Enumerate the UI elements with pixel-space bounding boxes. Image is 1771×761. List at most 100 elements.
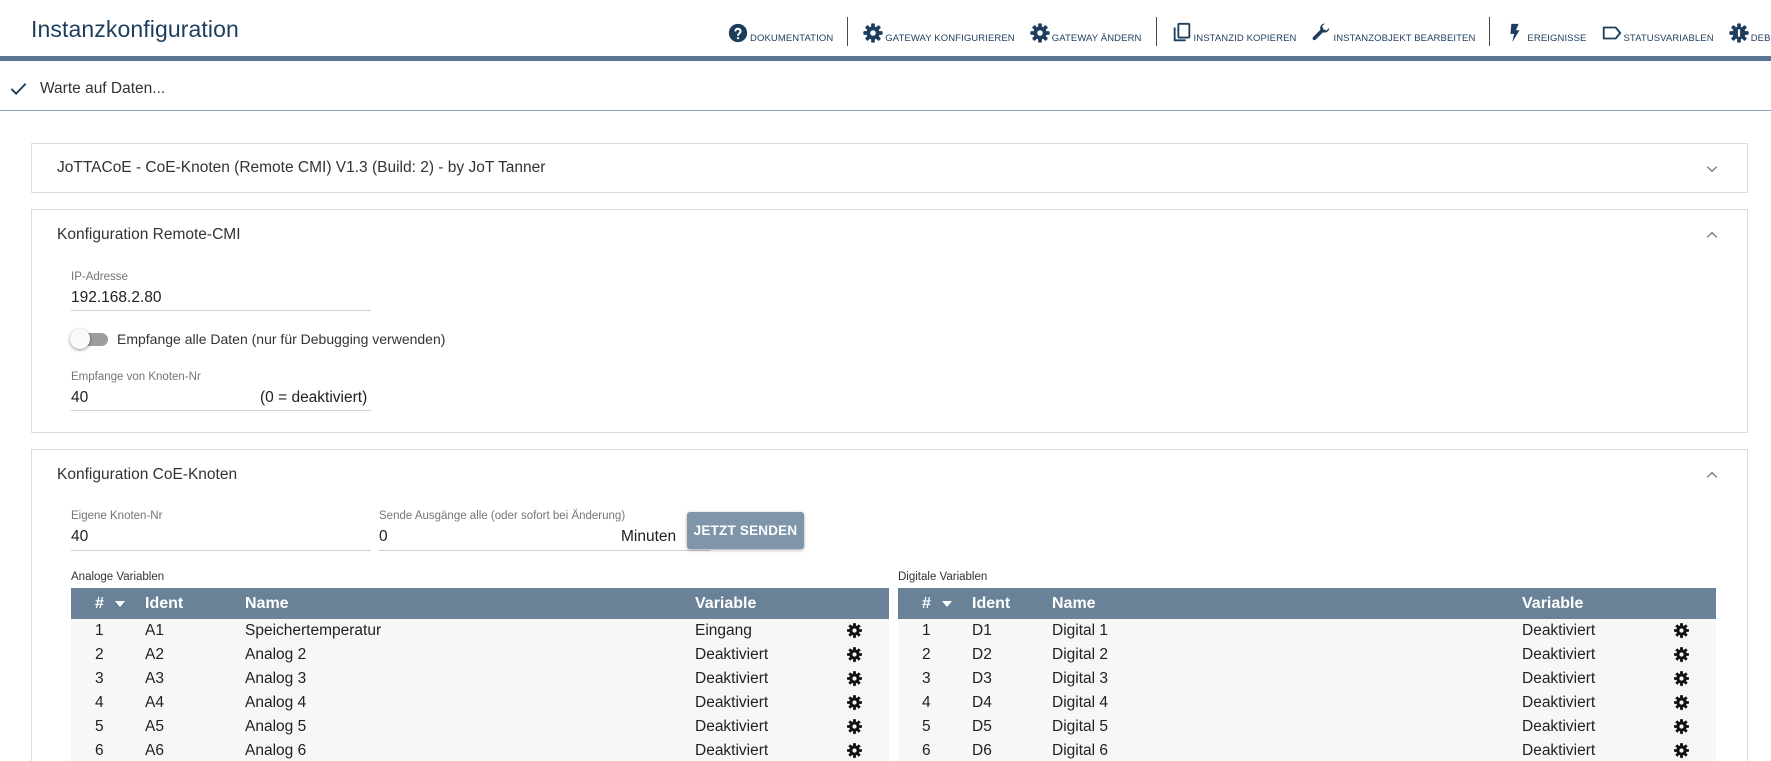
gear-icon[interactable] <box>846 622 863 639</box>
own-node-underline <box>71 550 371 551</box>
gear-icon[interactable] <box>846 670 863 687</box>
table-row[interactable]: 4 D4 Digital 4 Deaktiviert <box>898 691 1716 715</box>
table-row[interactable]: 1 D1 Digital 1 Deaktiviert <box>898 619 1716 643</box>
column-name-header[interactable]: Name <box>245 595 289 613</box>
row-variable: Deaktiviert <box>1522 694 1596 711</box>
send-interval-input[interactable]: 0 <box>379 528 388 546</box>
row-variable: Deaktiviert <box>1522 670 1596 687</box>
row-name: Analog 5 <box>245 718 307 735</box>
status-bar: Warte auf Daten... <box>0 66 1771 111</box>
row-name: Digital 4 <box>1052 694 1108 711</box>
column-number-header[interactable]: # <box>922 595 931 613</box>
own-node-input[interactable]: 40 <box>71 528 88 546</box>
column-ident-header[interactable]: Ident <box>145 595 183 613</box>
ip-address-underline <box>71 310 371 311</box>
column-variable-header[interactable]: Variable <box>695 595 756 613</box>
table-row[interactable]: 5 D5 Digital 5 Deaktiviert <box>898 715 1716 739</box>
gear-icon[interactable] <box>1673 646 1690 663</box>
wrench-icon <box>1313 23 1330 41</box>
column-name-header[interactable]: Name <box>1052 595 1096 613</box>
gear-icon[interactable] <box>1673 742 1690 759</box>
table-row[interactable]: 1 A1 Speichertemperatur Eingang <box>71 619 889 643</box>
table-row[interactable]: 6 A6 Analog 6 Deaktiviert <box>71 739 889 761</box>
documentation-button[interactable]: Dokumentation <box>727 18 833 44</box>
toolbar-separator <box>1489 16 1491 46</box>
row-number: 1 <box>95 622 104 639</box>
row-ident: A4 <box>145 694 164 711</box>
gear-icon[interactable] <box>1673 694 1690 711</box>
status-text: Warte auf Daten... <box>40 80 166 97</box>
sort-down-icon[interactable] <box>115 601 125 607</box>
row-number: 1 <box>922 622 931 639</box>
table-row[interactable]: 4 A4 Analog 4 Deaktiviert <box>71 691 889 715</box>
row-name: Speichertemperatur <box>245 622 382 639</box>
row-variable: Deaktiviert <box>1522 646 1596 663</box>
copy-instance-id-button[interactable]: InstanzID kopieren <box>1171 18 1297 44</box>
chevron-up-icon[interactable] <box>1705 468 1719 482</box>
analog-table: # Ident Name Variable 1 A1 Speichertempe… <box>71 588 889 761</box>
ip-address-label: IP-Adresse <box>71 271 128 283</box>
row-variable: Deaktiviert <box>695 742 769 759</box>
table-row[interactable]: 3 D3 Digital 3 Deaktiviert <box>898 667 1716 691</box>
gear-icon[interactable] <box>1673 670 1690 687</box>
chevron-down-icon[interactable] <box>1705 162 1719 176</box>
row-ident: D6 <box>972 742 992 759</box>
row-number: 4 <box>95 694 104 711</box>
status-variables-label: Statusvariablen <box>1623 33 1714 44</box>
debug-button[interactable]: Debug <box>1728 18 1771 44</box>
sort-down-icon[interactable] <box>942 601 952 607</box>
row-number: 6 <box>922 742 931 759</box>
column-variable-header[interactable]: Variable <box>1522 595 1583 613</box>
row-ident: A3 <box>145 670 164 687</box>
receive-node-input[interactable]: 40 <box>71 389 88 407</box>
check-icon <box>10 83 27 96</box>
analog-table-caption: Analoge Variablen <box>71 571 165 583</box>
gear-icon[interactable] <box>846 718 863 735</box>
change-gateway-button[interactable]: Gateway ändern <box>1029 18 1142 44</box>
row-ident: D5 <box>972 718 992 735</box>
configure-gateway-button[interactable]: Gateway konfigurieren <box>862 18 1015 44</box>
gear-icon[interactable] <box>1673 718 1690 735</box>
row-number: 6 <box>95 742 104 759</box>
row-number: 3 <box>922 670 931 687</box>
column-ident-header[interactable]: Ident <box>972 595 1010 613</box>
events-button[interactable]: Ereignisse <box>1504 18 1586 44</box>
chevron-up-icon[interactable] <box>1705 228 1719 242</box>
row-number: 2 <box>922 646 931 663</box>
table-row[interactable]: 5 A5 Analog 5 Deaktiviert <box>71 715 889 739</box>
row-name: Digital 6 <box>1052 742 1108 759</box>
analog-table-header: # Ident Name Variable <box>71 588 889 619</box>
debug-label: Debug <box>1750 33 1771 44</box>
table-row[interactable]: 6 D6 Digital 6 Deaktiviert <box>898 739 1716 761</box>
table-row[interactable]: 2 A2 Analog 2 Deaktiviert <box>71 643 889 667</box>
row-variable: Deaktiviert <box>695 646 769 663</box>
gear-icon[interactable] <box>1673 622 1690 639</box>
gear-icon[interactable] <box>846 742 863 759</box>
receive-all-toggle[interactable] <box>70 329 110 349</box>
send-interval-underline <box>379 550 710 551</box>
row-variable: Deaktiviert <box>695 670 769 687</box>
change-gateway-label: Gateway ändern <box>1051 33 1142 44</box>
row-number: 5 <box>922 718 931 735</box>
documentation-label: Dokumentation <box>750 33 834 44</box>
gear-icon[interactable] <box>846 694 863 711</box>
column-number-header[interactable]: # <box>95 595 104 613</box>
row-name: Analog 6 <box>245 742 307 759</box>
row-number: 2 <box>95 646 104 663</box>
gear-icon[interactable] <box>846 646 863 663</box>
row-variable: Deaktiviert <box>695 694 769 711</box>
events-label: Ereignisse <box>1527 33 1587 44</box>
configure-gateway-label: Gateway konfigurieren <box>885 33 1015 44</box>
row-number: 5 <box>95 718 104 735</box>
row-variable: Deaktiviert <box>1522 622 1596 639</box>
status-variables-button[interactable]: Statusvariablen <box>1601 18 1714 44</box>
gear-icon <box>863 23 883 43</box>
edit-instance-object-button[interactable]: Instanzobjekt bearbeiten <box>1310 18 1475 44</box>
info-panel[interactable]: JoTTACoE - CoE-Knoten (Remote CMI) V1.3 … <box>31 143 1748 193</box>
table-row[interactable]: 2 D2 Digital 2 Deaktiviert <box>898 643 1716 667</box>
row-name: Analog 2 <box>245 646 307 663</box>
table-row[interactable]: 3 A3 Analog 3 Deaktiviert <box>71 667 889 691</box>
send-now-button[interactable]: Jetzt senden <box>687 512 804 549</box>
send-interval-unit: Minuten <box>621 528 677 545</box>
ip-address-input[interactable]: 192.168.2.80 <box>71 289 162 307</box>
